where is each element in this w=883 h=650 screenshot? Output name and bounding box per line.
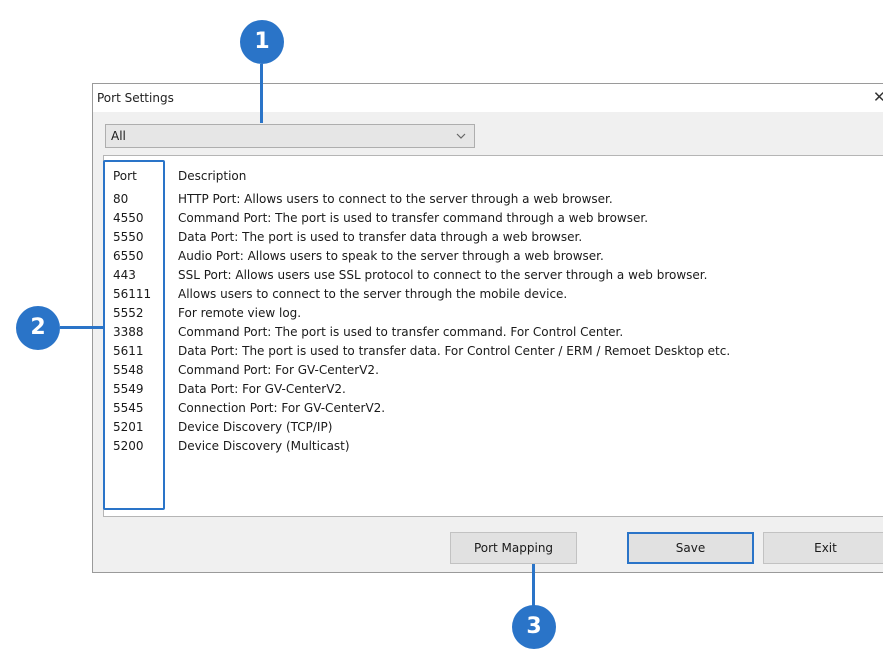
column-header-description: Description bbox=[178, 169, 247, 183]
port-description: Audio Port: Allows users to speak to the… bbox=[178, 249, 604, 263]
port-description: SSL Port: Allows users use SSL protocol … bbox=[178, 268, 708, 282]
close-icon[interactable]: ✕ bbox=[873, 88, 883, 106]
port-description: Command Port: The port is used to transf… bbox=[178, 211, 649, 225]
port-description: Device Discovery (Multicast) bbox=[178, 439, 350, 453]
port-filter-value: All bbox=[111, 129, 126, 143]
port-mapping-button[interactable]: Port Mapping bbox=[450, 532, 577, 564]
port-description: Data Port: The port is used to transfer … bbox=[178, 344, 731, 358]
callout-line-2 bbox=[60, 326, 104, 329]
port-description: HTTP Port: Allows users to connect to th… bbox=[178, 192, 613, 206]
title-bar: Port Settings ✕ bbox=[93, 84, 883, 112]
port-description: Command Port: The port is used to transf… bbox=[178, 325, 624, 339]
save-button[interactable]: Save bbox=[627, 532, 754, 564]
window-title: Port Settings bbox=[97, 91, 174, 105]
port-description: Data Port: For GV-CenterV2. bbox=[178, 382, 346, 396]
port-description: Device Discovery (TCP/IP) bbox=[178, 420, 333, 434]
callout-badge-1: 1 bbox=[240, 20, 284, 64]
callout-line-1 bbox=[260, 64, 263, 123]
port-column-highlight bbox=[103, 160, 165, 510]
port-filter-select[interactable]: All bbox=[105, 124, 475, 148]
callout-badge-2: 2 bbox=[16, 306, 60, 350]
port-description: Allows users to connect to the server th… bbox=[178, 287, 568, 301]
chevron-down-icon bbox=[456, 133, 466, 139]
callout-badge-3: 3 bbox=[512, 605, 556, 649]
port-list[interactable]: Port Description 80 HTTP Port: Allows use… bbox=[103, 155, 883, 517]
port-description: Command Port: For GV-CenterV2. bbox=[178, 363, 379, 377]
port-description: For remote view log. bbox=[178, 306, 302, 320]
exit-button[interactable]: Exit bbox=[763, 532, 883, 564]
port-description: Connection Port: For GV-CenterV2. bbox=[178, 401, 386, 415]
port-settings-dialog: Port Settings ✕ All Port Description 80 H… bbox=[92, 83, 883, 573]
port-description: Data Port: The port is used to transfer … bbox=[178, 230, 583, 244]
callout-line-3 bbox=[532, 564, 535, 606]
